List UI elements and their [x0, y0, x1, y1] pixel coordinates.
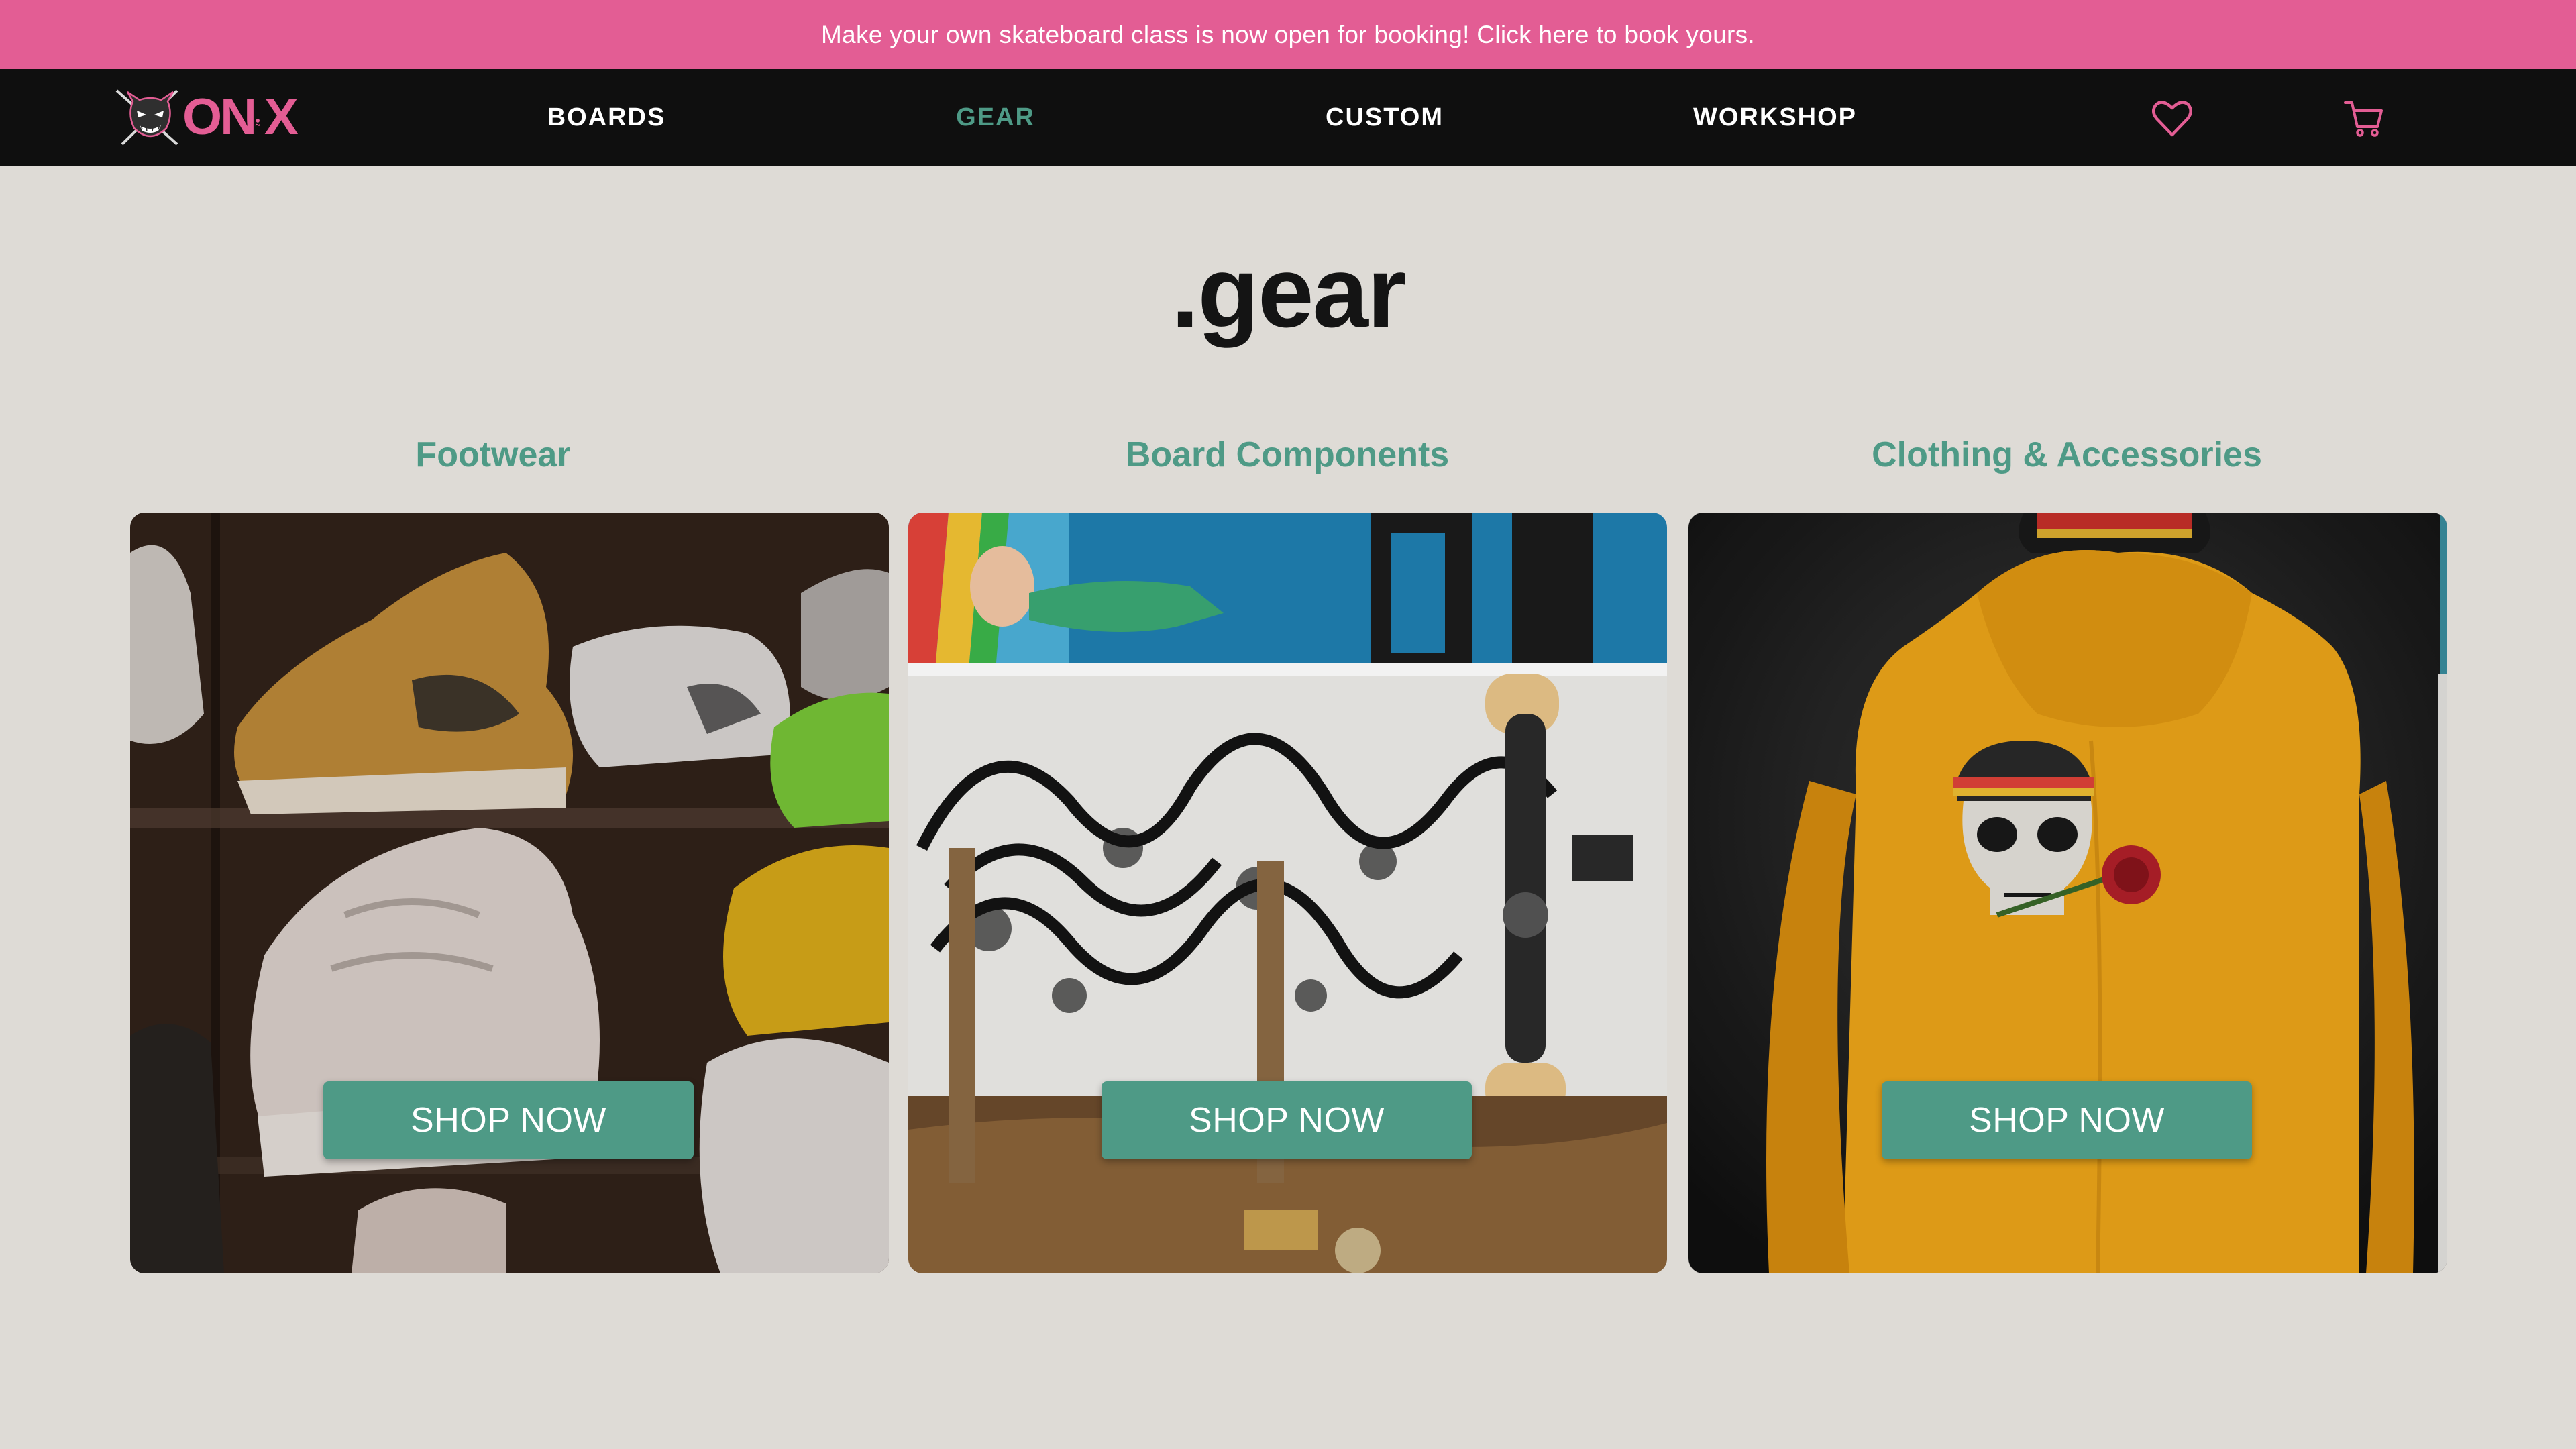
cart-icon[interactable] — [2343, 97, 2385, 140]
brand-wordmark-mark: ꔸ — [255, 115, 261, 126]
nav-link-boards[interactable]: BOARDS — [547, 69, 666, 166]
announcement-banner[interactable]: Make your own skateboard class is now op… — [0, 0, 2576, 69]
category-card-footwear[interactable]: SHOP NOW — [130, 513, 889, 1273]
brand-wordmark: ONꔸX — [182, 89, 299, 146]
announcement-text[interactable]: Make your own skateboard class is now op… — [821, 21, 1755, 49]
category-title-footwear[interactable]: Footwear — [415, 435, 570, 475]
brand-logo[interactable]: ONꔸX — [113, 87, 299, 148]
nav-link-workshop[interactable]: WORKSHOP — [1693, 69, 1857, 166]
oni-mask-logo-icon — [115, 89, 178, 146]
category-title-board-components[interactable]: Board Components — [1126, 435, 1449, 475]
nav-link-gear[interactable]: GEAR — [956, 69, 1035, 166]
category-card-clothing-accessories[interactable]: SHOP NOW — [1688, 513, 2447, 1273]
page-title: .gear — [1171, 235, 1407, 348]
main-navigation: ONꔸX BOARDS GEAR CUSTOM WORKSHOP — [0, 69, 2576, 166]
category-card-board-components[interactable]: SHOP NOW — [908, 513, 1667, 1273]
shop-now-button-board-components[interactable]: SHOP NOW — [1102, 1081, 1472, 1159]
nav-link-custom[interactable]: CUSTOM — [1326, 69, 1444, 166]
shop-now-button-footwear[interactable]: SHOP NOW — [323, 1081, 694, 1159]
shop-now-button-clothing-accessories[interactable]: SHOP NOW — [1882, 1081, 2252, 1159]
category-title-clothing-accessories[interactable]: Clothing & Accessories — [1872, 435, 2262, 475]
heart-icon[interactable] — [2151, 97, 2194, 140]
